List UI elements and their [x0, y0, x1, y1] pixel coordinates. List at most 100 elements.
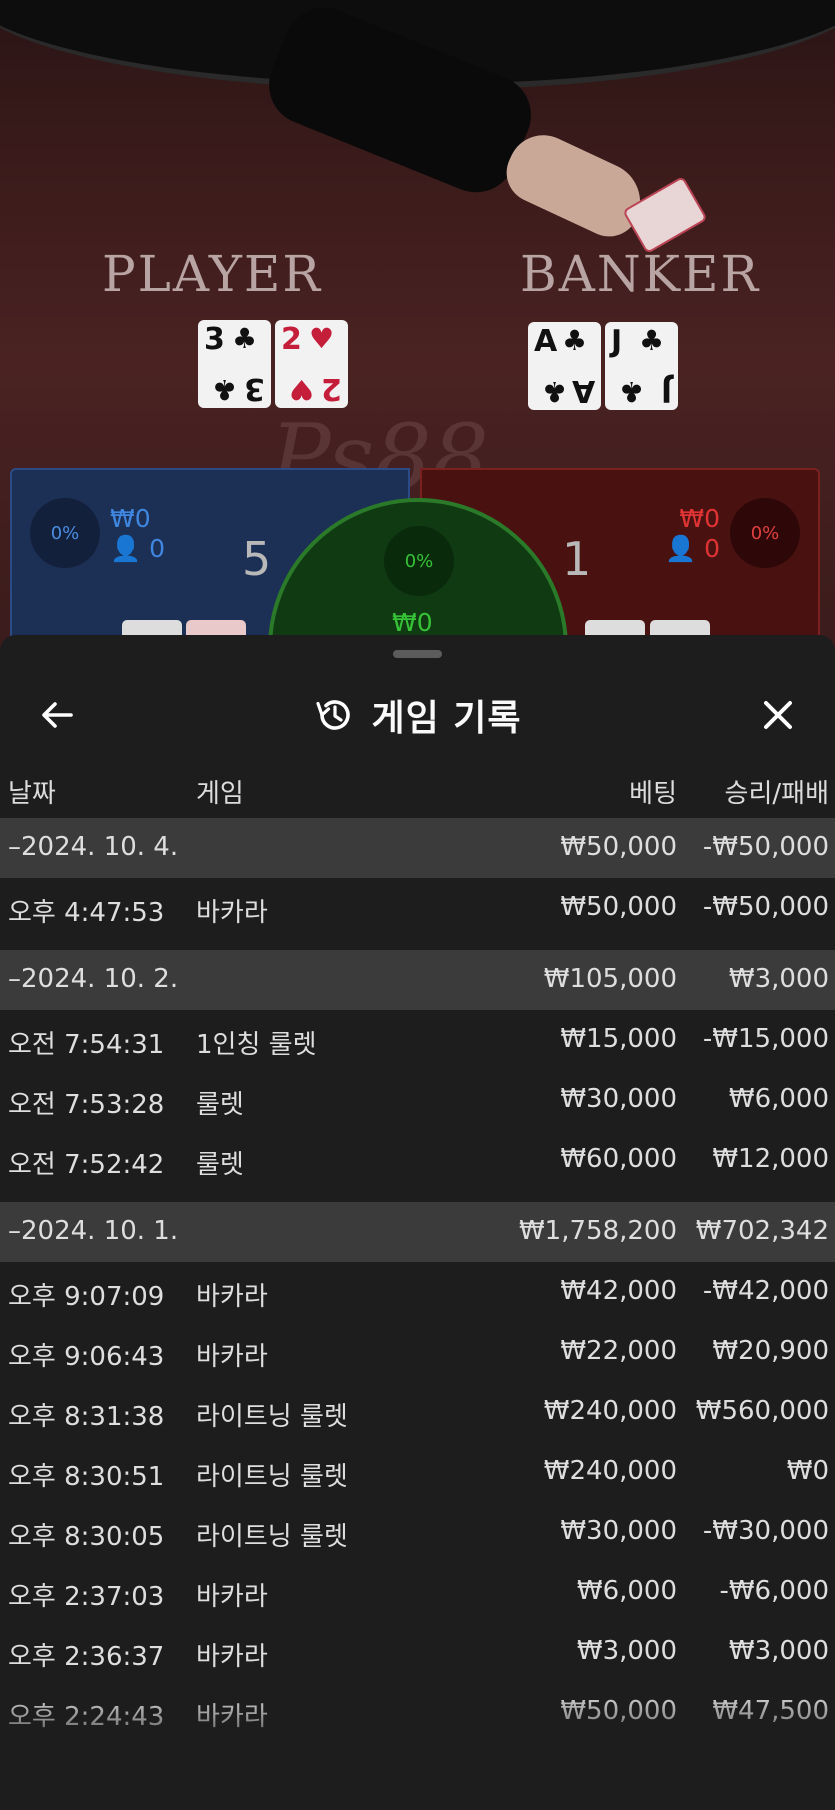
- card-rank: 3: [204, 322, 225, 357]
- heart-suit-icon: ♥: [288, 373, 314, 406]
- column-header-bet[interactable]: 베팅: [629, 773, 677, 810]
- row-time: 오후 8:30:51: [8, 1462, 165, 1492]
- table-header: 날짜 게임 베팅 승리/패배: [0, 765, 835, 813]
- row-time: 오전 7:54:31: [8, 1030, 165, 1060]
- row-bet: ₩240,000: [543, 1456, 677, 1486]
- row-result: ₩47,500: [712, 1696, 829, 1726]
- club-suit-icon: ♣: [639, 324, 665, 357]
- row-result: -₩42,000: [702, 1276, 829, 1306]
- banker-card-1: A ♣ A ♣: [528, 322, 601, 410]
- history-row[interactable]: 오후 9:07:09 바카라 ₩42,000 -₩42,000: [0, 1262, 835, 1322]
- banker-bet-amount: ₩0: [679, 504, 720, 533]
- row-game: 라이트닝 룰렛: [196, 1462, 348, 1492]
- history-row[interactable]: 오후 2:24:43 바카라 ₩50,000 ₩47,500: [0, 1682, 835, 1742]
- row-game: 1인칭 룰렛: [196, 1030, 317, 1060]
- banker-bettor-count-value: 0: [704, 534, 720, 563]
- row-bet: ₩50,000: [560, 1696, 677, 1726]
- row-result: ₩12,000: [712, 1144, 829, 1174]
- tie-percent: 0%: [384, 526, 454, 596]
- player-bettor-count: 👤 0: [110, 534, 165, 564]
- history-row[interactable]: 오후 4:47:53 바카라 ₩50,000 -₩50,000: [0, 878, 835, 938]
- row-game: 룰렛: [196, 1090, 244, 1120]
- club-suit-icon: ♣: [562, 324, 588, 357]
- history-row[interactable]: 오전 7:54:31 1인칭 룰렛 ₩15,000 -₩15,000: [0, 1010, 835, 1070]
- column-header-result[interactable]: 승리/패배: [725, 773, 829, 810]
- row-bet: ₩15,000: [560, 1024, 677, 1054]
- history-row[interactable]: 오후 8:30:51 라이트닝 룰렛 ₩240,000 ₩0: [0, 1442, 835, 1502]
- row-time: 오후 8:30:05: [8, 1522, 165, 1552]
- banker-percent: 0%: [730, 498, 800, 568]
- row-bet: ₩105,000: [543, 964, 677, 994]
- card-rank: J: [660, 373, 672, 408]
- club-suit-icon: ♣: [541, 375, 567, 408]
- history-icon: [316, 700, 351, 730]
- drag-handle[interactable]: [393, 650, 442, 658]
- column-header-date[interactable]: 날짜: [8, 773, 56, 810]
- history-row[interactable]: 오전 7:52:42 룰렛 ₩60,000 ₩12,000: [0, 1130, 835, 1190]
- player-bettor-count-value: 0: [149, 534, 165, 563]
- row-time: –2024. 10. 1.: [8, 1216, 179, 1246]
- card-rank: 2: [321, 371, 342, 406]
- row-time: 오후 9:06:43: [8, 1342, 165, 1372]
- date-group-row[interactable]: –2024. 10. 1. ₩1,758,200 ₩702,342: [0, 1202, 835, 1262]
- history-row[interactable]: 오후 8:30:05 라이트닝 룰렛 ₩30,000 -₩30,000: [0, 1502, 835, 1562]
- sheet-header: 게임 기록: [0, 675, 835, 755]
- close-button[interactable]: [738, 675, 818, 755]
- history-row[interactable]: 오후 8:31:38 라이트닝 룰렛 ₩240,000 ₩560,000: [0, 1382, 835, 1442]
- person-icon: 👤: [110, 534, 142, 563]
- row-result: ₩560,000: [695, 1396, 829, 1426]
- date-group-row[interactable]: –2024. 10. 2. ₩105,000 ₩3,000: [0, 950, 835, 1010]
- row-time: –2024. 10. 4.: [8, 832, 179, 862]
- row-game: 바카라: [196, 1702, 268, 1732]
- row-game: 라이트닝 룰렛: [196, 1522, 348, 1552]
- row-result: -₩15,000: [702, 1024, 829, 1054]
- row-bet: ₩42,000: [560, 1276, 677, 1306]
- row-time: –2024. 10. 2.: [8, 964, 179, 994]
- row-result: ₩3,000: [728, 964, 829, 994]
- row-game: 라이트닝 룰렛: [196, 1402, 348, 1432]
- row-result: -₩30,000: [702, 1516, 829, 1546]
- row-bet: ₩50,000: [560, 892, 677, 922]
- sheet-title: 게임 기록: [0, 675, 835, 755]
- dealer-hand: [496, 123, 654, 247]
- club-suit-icon: ♣: [211, 373, 237, 406]
- row-bet: ₩60,000: [560, 1144, 677, 1174]
- history-row[interactable]: 오전 7:53:28 룰렛 ₩30,000 ₩6,000: [0, 1070, 835, 1130]
- row-bet: ₩30,000: [560, 1516, 677, 1546]
- history-row[interactable]: 오후 2:36:37 바카라 ₩3,000 ₩3,000: [0, 1622, 835, 1682]
- row-bet: ₩240,000: [543, 1396, 677, 1426]
- history-row[interactable]: 오후 9:06:43 바카라 ₩22,000 ₩20,900: [0, 1322, 835, 1382]
- club-suit-icon: ♣: [618, 375, 644, 408]
- row-bet: ₩3,000: [576, 1636, 677, 1666]
- row-result: ₩3,000: [728, 1636, 829, 1666]
- history-row[interactable]: 오후 2:37:03 바카라 ₩6,000 -₩6,000: [0, 1562, 835, 1622]
- row-result: -₩50,000: [702, 832, 829, 862]
- row-result: -₩50,000: [702, 892, 829, 922]
- live-game-view: PLAYER BANKER 3 ♣ 3 ♣ 2 ♥ 2 ♥ A ♣ A ♣ J …: [0, 0, 835, 660]
- row-time: 오후 4:47:53: [8, 898, 165, 928]
- banker-bettor-count: 👤 0: [665, 534, 720, 564]
- person-icon: 👤: [665, 534, 697, 563]
- row-time: 오후 8:31:38: [8, 1402, 165, 1432]
- card-rank: 3: [244, 371, 265, 406]
- row-game: 바카라: [196, 1642, 268, 1672]
- heart-suit-icon: ♥: [309, 322, 335, 355]
- banker-score: 1: [562, 532, 592, 586]
- row-game: 바카라: [196, 1582, 268, 1612]
- card-rank: J: [611, 324, 623, 359]
- sheet-title-text: 게임 기록: [371, 698, 522, 739]
- row-bet: ₩30,000: [560, 1084, 677, 1114]
- player-percent: 0%: [30, 498, 100, 568]
- row-result: ₩702,342: [695, 1216, 829, 1246]
- card-rank: A: [571, 373, 595, 408]
- row-result: ₩20,900: [712, 1336, 829, 1366]
- row-result: ₩6,000: [728, 1084, 829, 1114]
- row-time: 오후 2:37:03: [8, 1582, 165, 1612]
- date-group-row[interactable]: –2024. 10. 4. ₩50,000 -₩50,000: [0, 818, 835, 878]
- column-header-game[interactable]: 게임: [196, 773, 244, 810]
- row-time: 오후 9:07:09: [8, 1282, 165, 1312]
- player-bet-amount: ₩0: [110, 504, 151, 533]
- tie-bet-amount: ₩0: [392, 608, 433, 637]
- row-time: 오전 7:53:28: [8, 1090, 165, 1120]
- row-bet: ₩6,000: [576, 1576, 677, 1606]
